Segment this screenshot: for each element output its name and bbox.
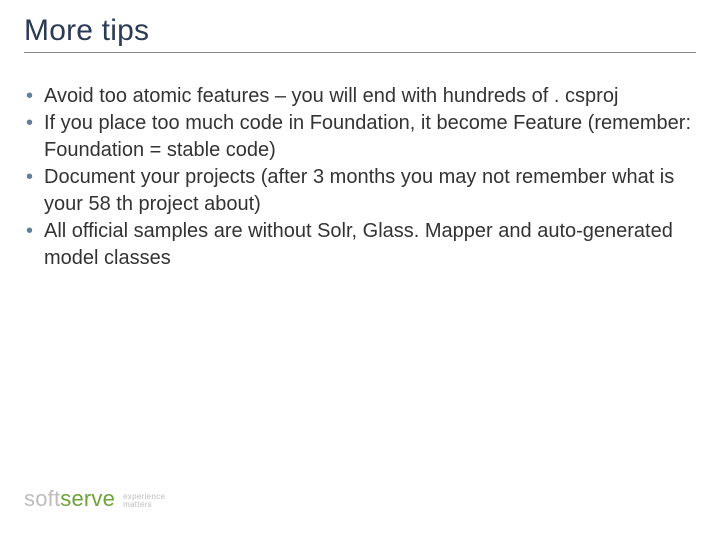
- slide: More tips Avoid too atomic features – yo…: [0, 0, 720, 540]
- list-item: All official samples are without Solr, G…: [26, 218, 692, 272]
- body: Avoid too atomic features – you will end…: [0, 53, 720, 272]
- brand-serve: serve: [60, 486, 115, 511]
- brand-tagline: experience matters: [123, 489, 165, 510]
- brand-soft: soft: [24, 486, 60, 511]
- bullet-list: Avoid too atomic features – you will end…: [26, 83, 692, 272]
- list-item: Avoid too atomic features – you will end…: [26, 83, 692, 110]
- list-item: Document your projects (after 3 months y…: [26, 164, 692, 218]
- page-title: More tips: [24, 14, 720, 48]
- tagline-line-2: matters: [123, 501, 165, 509]
- title-wrap: More tips: [0, 0, 720, 50]
- list-item: If you place too much code in Foundation…: [26, 110, 692, 164]
- footer-logo: softserve experience matters: [24, 486, 165, 512]
- brand-text: softserve: [24, 486, 115, 512]
